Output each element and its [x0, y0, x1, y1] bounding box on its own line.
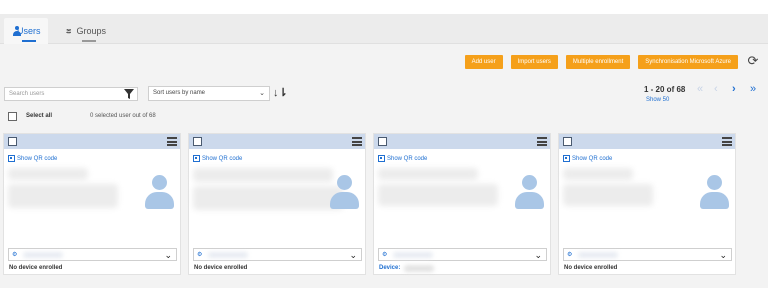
card-checkbox[interactable]	[563, 137, 572, 146]
show-qr-code-label: Show QR code	[202, 155, 243, 162]
hamburger-menu-icon[interactable]	[537, 137, 547, 146]
show-qr-code-link[interactable]: Show QR code	[8, 155, 57, 162]
device-status: No device enrolled	[564, 265, 618, 271]
avatar	[699, 175, 729, 211]
card-checkbox[interactable]	[193, 137, 202, 146]
avatar	[329, 175, 359, 211]
redacted-device	[208, 252, 248, 258]
redacted-details	[563, 184, 653, 206]
show-qr-code-link[interactable]: Show QR code	[193, 155, 242, 162]
redacted-name	[378, 168, 478, 180]
sort-select-value: Sort users by name	[153, 90, 206, 96]
device-icon: ⚙	[567, 252, 573, 258]
device-select[interactable]: ⚙ ⌄	[378, 248, 547, 261]
show-qr-code-link[interactable]: Show QR code	[563, 155, 612, 162]
prev-page-icon[interactable]: ‹	[714, 84, 718, 95]
redacted-name	[8, 168, 88, 180]
search-input[interactable]: Search users	[4, 87, 138, 101]
device-icon: ⚙	[12, 252, 18, 258]
tab-groups-label: Groups	[76, 26, 106, 36]
chevron-down-icon: ⌄	[164, 250, 172, 260]
multiple-enrollment-button[interactable]: Multiple enrollment	[565, 55, 631, 69]
card-header	[374, 134, 550, 149]
select-all-label: Select all	[26, 113, 53, 119]
show-qr-code-label: Show QR code	[387, 155, 428, 162]
next-page-icon[interactable]: ›	[732, 84, 736, 95]
redacted-details	[193, 186, 343, 210]
qr-code-icon	[563, 155, 570, 162]
selection-count: 0 selected user out of 68	[90, 113, 156, 119]
device-status: No device enrolled	[9, 265, 63, 271]
last-page-icon[interactable]: »	[750, 84, 756, 95]
hamburger-menu-icon[interactable]	[352, 137, 362, 146]
show-qr-code-label: Show QR code	[17, 155, 58, 162]
top-bar	[0, 0, 768, 14]
hamburger-menu-icon[interactable]	[167, 137, 177, 146]
group-icon	[66, 29, 72, 34]
show-qr-code-link[interactable]: Show QR code	[378, 155, 427, 162]
device-icon: ⚙	[197, 252, 203, 258]
chevron-down-icon: ⌄	[534, 250, 542, 260]
device-status: No device enrolled	[194, 265, 248, 271]
user-card: Show QR code ⚙ ⌄ No device enrolled	[558, 133, 736, 275]
chevron-down-icon: ⌄	[719, 250, 727, 260]
pagination-range: 1 - 20 of 68	[644, 85, 686, 94]
user-card: Show QR code ⚙ ⌄ No device enrolled	[188, 133, 366, 275]
qr-code-icon	[193, 155, 200, 162]
redacted-name	[193, 168, 333, 182]
sort-select[interactable]: Sort users by name ⌄	[148, 86, 270, 101]
card-checkbox[interactable]	[378, 137, 387, 146]
device-icon: ⚙	[382, 252, 388, 258]
import-users-button[interactable]: Import users	[510, 55, 558, 69]
avatar	[514, 175, 544, 211]
redacted-details	[8, 184, 118, 208]
sort-alpha-icon[interactable]: ↓⇂	[273, 87, 288, 99]
card-header	[4, 134, 180, 149]
redacted-details	[378, 184, 498, 206]
qr-code-icon	[8, 155, 15, 162]
redacted-device	[23, 252, 63, 258]
redacted-device	[393, 252, 433, 258]
hamburger-menu-icon[interactable]	[722, 137, 732, 146]
tab-users[interactable]: Users	[4, 18, 48, 44]
redacted-device-name	[404, 265, 434, 272]
tab-groups-underline	[82, 40, 96, 42]
user-card: Show QR code ⚙ ⌄ No device enrolled	[3, 133, 181, 275]
chevron-down-icon: ⌄	[349, 250, 357, 260]
qr-code-icon	[378, 155, 385, 162]
refresh-icon[interactable]: ⟳	[746, 54, 760, 68]
select-all-checkbox[interactable]	[8, 112, 17, 121]
tab-groups[interactable]: Groups	[58, 18, 114, 44]
device-select[interactable]: ⚙ ⌄	[563, 248, 732, 261]
filter-icon[interactable]	[124, 89, 134, 99]
card-header	[559, 134, 735, 149]
avatar	[144, 175, 174, 211]
first-page-icon[interactable]: «	[697, 84, 703, 95]
chevron-down-icon: ⌄	[259, 90, 265, 97]
redacted-device	[578, 252, 618, 258]
redacted-name	[563, 168, 633, 180]
card-header	[189, 134, 365, 149]
active-tab-indicator	[22, 40, 36, 42]
show-50-link[interactable]: Show 50	[646, 97, 669, 103]
show-qr-code-label: Show QR code	[572, 155, 613, 162]
device-select[interactable]: ⚙ ⌄	[193, 248, 362, 261]
sync-azure-button[interactable]: Synchronisation Microsoft Azure	[638, 55, 738, 69]
device-status[interactable]: Device:	[379, 265, 400, 271]
device-select[interactable]: ⚙ ⌄	[8, 248, 177, 261]
action-buttons: Add user Import users Multiple enrollmen…	[464, 55, 738, 69]
user-card: Show QR code ⚙ ⌄ Device:	[373, 133, 551, 275]
card-checkbox[interactable]	[8, 137, 17, 146]
add-user-button[interactable]: Add user	[464, 55, 503, 69]
tab-bar: Users Groups	[0, 14, 768, 44]
